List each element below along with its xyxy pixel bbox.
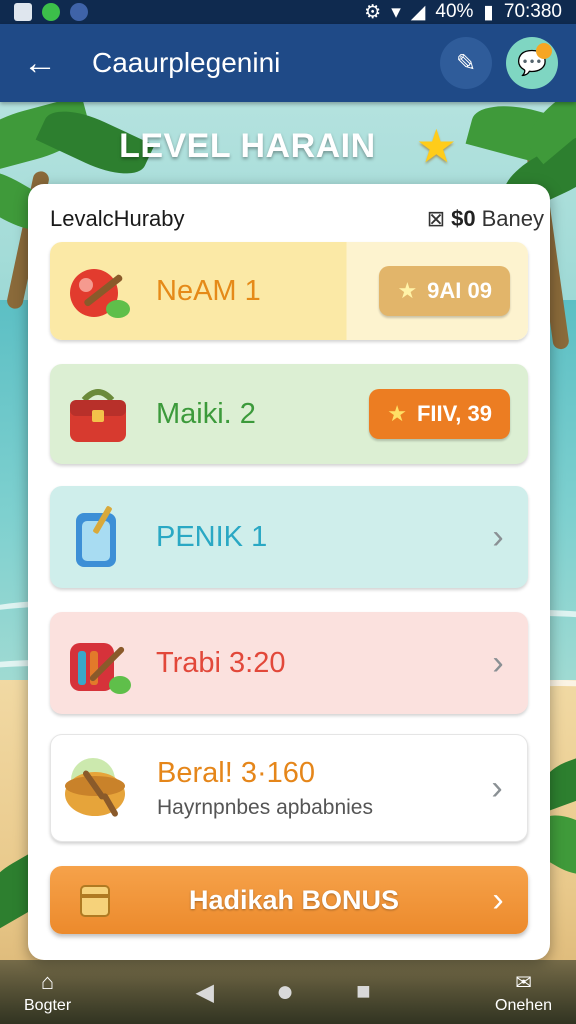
gift-box-icon (50, 880, 140, 920)
home-icon: ⌂ (40, 969, 55, 994)
wallet-icon: ⊠ (426, 206, 446, 231)
chevron-right-icon: › (492, 643, 504, 682)
app-bar: ← Caaurplegenini ✎ 💬 (0, 24, 576, 102)
mail-icon: ✉ (515, 971, 532, 994)
back-triangle-icon[interactable]: ◀ (196, 978, 214, 1007)
gallery-icon (14, 3, 32, 21)
row-label: NeAM 1 (156, 274, 261, 307)
level-panel: LevalcHuraby ⊠ $0 Baney NeAM 1 ★ 9AI 09 (28, 184, 550, 960)
app-icon (70, 3, 88, 21)
balance: ⊠ $0 Baney (427, 206, 544, 232)
level-banner: LEVEL HARAIN ★ (0, 118, 576, 174)
chevron-right-icon: › (491, 768, 503, 807)
battery-icon: ▮ (483, 1, 494, 23)
notification-icon (42, 3, 60, 21)
star-icon: ★ (387, 401, 407, 426)
tool-bag-icon (50, 621, 146, 705)
home-circle-icon[interactable]: ● (276, 975, 294, 1009)
panel-header: LevalcHuraby ⊠ $0 Baney (50, 202, 544, 236)
back-arrow-icon: ← (23, 43, 57, 82)
row-label: Beral! 3·160 (157, 756, 315, 789)
recents-square-icon[interactable]: ■ (356, 978, 371, 1006)
reward-badge[interactable]: ★ FIIV, 39 (369, 389, 510, 439)
battery-percent: 40% (435, 1, 474, 22)
app-title: Caaurplegenini (92, 47, 281, 78)
pencil-icon: ✎ (455, 49, 477, 77)
level-row-1[interactable]: NeAM 1 ★ 9AI 09 (50, 242, 528, 340)
bonus-button[interactable]: Hadikah BONUS › (50, 866, 528, 934)
level-row-5[interactable]: Beral! 3·160 Hayrnpnbes apbabnies › (50, 734, 528, 842)
status-bar: ⚙ ▾ ◢ 40% ▮ 70:380 (0, 0, 576, 24)
drink-icon (50, 495, 146, 579)
chevron-right-icon: › (492, 880, 504, 919)
level-row-4[interactable]: Trabi 3:20 › (50, 612, 528, 714)
reward-badge[interactable]: ★ 9AI 09 (379, 266, 510, 316)
bowl-icon (51, 746, 147, 830)
row-label: Trabi 3:20 (156, 646, 286, 679)
balance-label: Baney (481, 206, 544, 231)
nav-right-label: Onehen (495, 996, 552, 1014)
row-label: Maiki. 2 (156, 397, 256, 430)
notification-badge (536, 43, 552, 59)
reward-value: 9AI 09 (427, 278, 492, 303)
chevron-right-icon: › (492, 517, 504, 556)
nav-right-item[interactable]: ✉ Onehen (495, 970, 552, 1015)
banner-title: LEVEL HARAIN (119, 126, 376, 165)
bottom-nav: ⌂ Bogter ◀ ● ■ ✉ Onehen (0, 960, 576, 1024)
signal-icon: ◢ (410, 1, 426, 23)
settings-icon: ⚙ (364, 1, 382, 23)
level-row-2[interactable]: Maiki. 2 ★ FIIV, 39 (50, 364, 528, 464)
level-row-3[interactable]: PENIK 1 › (50, 486, 528, 588)
bonus-label: Hadikah BONUS (188, 884, 400, 915)
system-nav: ◀ ● ■ (196, 975, 371, 1009)
star-icon: ★ (415, 120, 457, 172)
wifi-icon: ▾ (391, 1, 401, 23)
reward-value: FIIV, 39 (416, 401, 492, 426)
chat-button[interactable]: 💬 (506, 37, 558, 89)
nav-left-label: Bogter (24, 997, 72, 1014)
balance-amount: $0 (451, 206, 476, 231)
star-icon: ★ (397, 278, 418, 303)
panel-title: LevalcHuraby (50, 206, 185, 231)
row-subtitle: Hayrnpnbes apbabnies (157, 795, 373, 819)
bag-icon (50, 372, 146, 456)
nav-left-item[interactable]: ⌂ Bogter (24, 969, 71, 1015)
back-button[interactable]: ← (18, 41, 62, 85)
edit-button[interactable]: ✎ (440, 37, 492, 89)
row-label: PENIK 1 (156, 520, 268, 553)
clock: 70:380 (503, 1, 562, 22)
apple-icon (50, 249, 146, 333)
